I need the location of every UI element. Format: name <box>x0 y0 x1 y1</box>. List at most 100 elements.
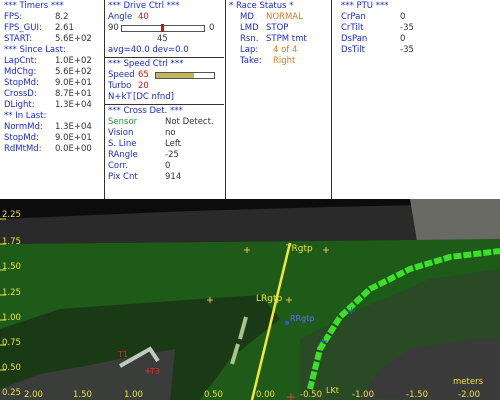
fps-gui-label: FPS_GUI: <box>4 23 42 33</box>
normmd-value: 1.3E+04 <box>55 122 92 132</box>
x-tick-label: 1.00 <box>124 390 143 400</box>
rangle-value: -25 <box>165 150 179 160</box>
stopmd-label: StopMd: <box>4 78 39 88</box>
t3-label: T3 <box>149 367 160 376</box>
timers-title: *** Timers *** <box>4 1 64 11</box>
nkt-label: N+kT <box>108 92 132 102</box>
dstilt-label: DsTilt <box>341 45 365 55</box>
speed-ctrl-title: *** Speed Ctrl *** <box>108 59 184 69</box>
lap-value: 4 of 4 <box>273 45 298 55</box>
sensor-value: Not Detect. <box>165 117 214 127</box>
y-tick-label: 1.25 <box>2 288 21 298</box>
rrgtp-dot <box>285 321 289 325</box>
take-value: Right <box>273 56 296 66</box>
vision-label: Vision <box>108 128 134 138</box>
vision-value: no <box>165 128 176 138</box>
timers-panel: *** Timers *** FPS: 8.2 FPS_GUI: 2.61 ST… <box>0 0 103 199</box>
camera-overlay: TRgtp LRgtp RRgtp LKt T3 T1 <box>0 199 500 400</box>
drive-ctrl-title: *** Drive Ctrl *** <box>108 1 180 11</box>
speed-bar <box>155 72 215 79</box>
speed-value: 65 <box>138 70 149 80</box>
slider-max-label: 0 <box>209 23 215 33</box>
rangle-label: RAngle <box>108 150 138 160</box>
section-divider-2 <box>105 104 224 105</box>
corr-value: 0 <box>165 161 171 171</box>
x-tick-label: -1.00 <box>352 390 374 400</box>
dlight-label: DLight: <box>4 100 35 110</box>
fps-value: 8.2 <box>55 12 69 22</box>
rrgtp-label: RRgtp <box>290 314 314 323</box>
crpan-value: 0 <box>400 12 406 22</box>
y-tick-label: 2.25 <box>2 210 21 220</box>
lapcnt-value: 1.0E+02 <box>55 56 92 66</box>
sline-label: S. Line <box>108 139 137 149</box>
ptu-title: *** PTU *** <box>341 1 389 11</box>
normmd-label: NormMd: <box>4 122 43 132</box>
y-tick-label: 1.75 <box>2 237 21 247</box>
nkt-value: [DC nfnd] <box>133 92 174 102</box>
crossd-value: 8.7E+01 <box>55 89 92 99</box>
dspan-value: 0 <box>400 34 406 44</box>
camera-view: TRgtp LRgtp RRgtp LKt T3 T1 2.25 1.75 1.… <box>0 199 500 400</box>
angle-slider-thumb[interactable] <box>161 24 164 32</box>
x-tick-label: -0.50 <box>300 390 322 400</box>
md-value: NORMAL <box>266 12 303 22</box>
lapcnt-label: LapCnt: <box>4 56 37 66</box>
dstilt-value: -35 <box>400 45 414 55</box>
rsn-label: Rsn. <box>240 34 259 44</box>
dlight-value: 1.3E+04 <box>55 100 92 110</box>
crossd-label: CrossD: <box>4 89 37 99</box>
angle-slider[interactable] <box>121 24 205 32</box>
y-tick-label: 0.25 <box>2 388 21 398</box>
race-status-title: * Race Status * <box>229 1 294 11</box>
x-tick-label: 0.00 <box>256 390 275 400</box>
crtilt-label: CrTilt <box>341 23 364 33</box>
speed-label: Speed <box>108 70 135 80</box>
angle-label: Angle <box>108 12 133 22</box>
slider-center-label: 45 <box>157 34 168 44</box>
start-label: START: <box>4 34 33 44</box>
lap-label: Lap: <box>240 45 259 55</box>
crtilt-value: -35 <box>400 23 414 33</box>
cross-det-title: *** Cross Det. *** <box>108 106 183 116</box>
rsn-value: STPM tmt <box>266 34 307 44</box>
lmd-value: STOP <box>266 23 289 33</box>
turbo-value: 20 <box>138 81 149 91</box>
corr-label: Corr. <box>108 161 128 171</box>
trgtp-label: TRgtp <box>285 244 313 254</box>
race-status-panel: * Race Status * MD NORMAL LMD STOP Rsn. … <box>226 0 330 199</box>
x-tick-label: 0.50 <box>204 390 223 400</box>
ptu-panel: *** PTU *** CrPan 0 CrTilt -35 DsPan 0 D… <box>332 0 500 199</box>
slider-min-label: 90 <box>108 23 119 33</box>
turbo-label: Turbo <box>108 81 132 91</box>
x-tick-label: -2.00 <box>458 390 480 400</box>
pixcnt-value: 914 <box>165 172 182 182</box>
stopmd2-label: StopMd: <box>4 133 39 143</box>
stopmd2-value: 9.0E+01 <box>55 133 92 143</box>
control-panel: *** Drive Ctrl *** Angle 40 90 0 45 avg=… <box>105 0 224 199</box>
x-tick-label: 2.00 <box>24 390 43 400</box>
take-label: Take: <box>240 56 262 66</box>
fps-gui-value: 2.61 <box>55 23 74 33</box>
stopmd-value: 9.0E+01 <box>55 78 92 88</box>
x-tick-label: 1.50 <box>73 390 92 400</box>
avg-dev-readout: avg=40.0 dev=0.0 <box>108 45 189 55</box>
x-tick-label: -1.50 <box>406 390 428 400</box>
rdmtmd-value: 0.0E+00 <box>55 144 92 154</box>
lkt-label: LKt <box>326 386 339 395</box>
lmd-label: LMD <box>240 23 259 33</box>
start-value: 5.6E+02 <box>55 34 92 44</box>
since-last-title: *** Since Last: <box>4 45 66 55</box>
rdmtmd-label: RdMtMd: <box>4 144 42 154</box>
y-tick-label: 1.50 <box>2 262 21 272</box>
lrgtp-label: LRgtp <box>256 294 283 304</box>
angle-value: 40 <box>138 12 149 22</box>
in-last-title: ** In Last: <box>4 111 47 121</box>
section-divider <box>105 57 224 58</box>
fps-label: FPS: <box>4 12 23 22</box>
pixcnt-label: Pix Cnt <box>108 172 138 182</box>
sensor-label: Sensor <box>108 117 138 127</box>
y-tick-label: 0.75 <box>2 338 21 348</box>
t1-label: T1 <box>117 350 128 359</box>
mdchg-value: 5.6E+02 <box>55 67 92 77</box>
